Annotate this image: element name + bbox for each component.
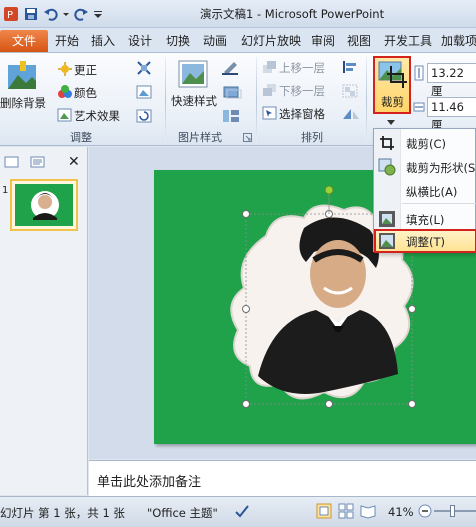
tab-addins[interactable]: 加载项: [441, 32, 476, 50]
menu-item-fit[interactable]: 调整(T): [374, 229, 476, 253]
normal-view-icon[interactable]: [316, 503, 332, 522]
fill-icon: [378, 210, 396, 228]
save-icon[interactable]: [22, 5, 40, 23]
quick-styles-label[interactable]: 快速样式: [171, 93, 217, 109]
quick-styles-icon[interactable]: [178, 59, 208, 94]
slide-sorter-icon[interactable]: [338, 503, 354, 522]
adjust-group-label: 调整: [70, 131, 92, 144]
slide-thumbnail[interactable]: [10, 179, 78, 231]
theme-name: "Office 主题": [147, 506, 218, 520]
artistic-effects-icon[interactable]: [57, 108, 73, 125]
menu-item-crop-to-shape[interactable]: 裁剪为形状(S): [374, 155, 476, 179]
undo-dropdown-icon[interactable]: [62, 5, 70, 23]
corrections-icon[interactable]: [58, 62, 72, 79]
fit-icon: [378, 232, 396, 250]
color-label[interactable]: 颜色: [74, 85, 97, 101]
tab-developer[interactable]: 开发工具: [384, 32, 432, 50]
rotate-icon[interactable]: [341, 107, 361, 126]
group-separator: [366, 57, 367, 143]
zoom-slider-thumb[interactable]: [450, 505, 455, 517]
dialog-launcher-icon[interactable]: [243, 132, 252, 145]
title-bar: P 演示文稿1 - Microsoft PowerPoint: [0, 0, 476, 28]
selection-pane-label[interactable]: 选择窗格: [279, 106, 325, 122]
send-backward-label: 下移一层: [279, 84, 325, 98]
window-title: 演示文稿1 - Microsoft PowerPoint: [200, 7, 385, 21]
corrections-label[interactable]: 更正: [74, 62, 97, 78]
reading-view-icon[interactable]: [360, 503, 376, 522]
group-separator: [165, 57, 166, 143]
shape-width-input[interactable]: 11.46 厘: [427, 97, 476, 132]
customize-qat-icon[interactable]: [92, 5, 104, 23]
slides-pane: ✕ 1: [0, 147, 88, 495]
reset-picture-icon[interactable]: [136, 108, 152, 127]
powerpoint-logo-icon[interactable]: P: [2, 5, 20, 23]
thumbnail-canvas: [15, 184, 73, 226]
slide-number: 1: [2, 185, 9, 196]
menu-item-crop-to-shape-label: 裁剪为形状(S): [406, 161, 476, 175]
slide-info: 幻灯片 第 1 张，共 1 张: [0, 506, 125, 520]
tab-view[interactable]: 视图: [347, 32, 371, 50]
menu-item-aspect-ratio-label: 纵横比(A): [406, 185, 458, 199]
menu-item-fill[interactable]: 填充(L): [374, 207, 476, 231]
group-icon: [341, 83, 361, 102]
status-bar: 幻灯片 第 1 张，共 1 张 "Office 主题" 41%: [0, 496, 476, 527]
crop-icon: [377, 60, 407, 91]
svg-text:P: P: [7, 10, 13, 21]
menu-item-aspect-ratio[interactable]: 纵横比(A): [374, 179, 476, 203]
menu-item-fit-label: 调整(T): [406, 235, 445, 249]
bring-forward-icon: [262, 60, 278, 77]
remove-background-label[interactable]: 删除背景: [0, 95, 46, 111]
notes-placeholder: 单击此处添加备注: [97, 475, 202, 490]
artistic-effects-label[interactable]: 艺术效果: [74, 108, 120, 124]
tab-home[interactable]: 开始: [55, 32, 79, 50]
tab-file[interactable]: 文件: [0, 30, 48, 52]
menu-item-fill-label: 填充(L): [406, 213, 445, 227]
pane-tabs: ✕: [0, 153, 88, 173]
close-pane-icon[interactable]: ✕: [68, 154, 80, 170]
crop-button[interactable]: 裁剪: [373, 56, 411, 114]
tab-design[interactable]: 设计: [128, 32, 152, 50]
picture-layout-icon[interactable]: [222, 109, 242, 126]
redo-icon[interactable]: [72, 5, 90, 23]
bring-forward-label: 上移一层: [279, 61, 325, 75]
picture-styles-group-label: 图片样式: [178, 131, 222, 144]
shape-width-icon: [413, 99, 425, 118]
zoom-slider[interactable]: [434, 510, 476, 512]
crop-icon: [378, 134, 396, 152]
arrange-group-label: 排列: [301, 131, 323, 144]
selection-pane-icon[interactable]: [262, 106, 278, 123]
color-icon[interactable]: [57, 85, 73, 102]
shape-height-icon: [413, 65, 425, 84]
spell-check-icon[interactable]: [234, 503, 250, 522]
group-separator: [256, 57, 257, 143]
menu-separator: [402, 203, 476, 204]
change-picture-icon[interactable]: [136, 84, 152, 103]
notes-pane[interactable]: 单击此处添加备注: [89, 460, 476, 496]
quick-access-toolbar: P: [0, 4, 104, 24]
send-backward-icon: [262, 83, 278, 100]
picture-effects-icon[interactable]: [222, 85, 242, 102]
remove-background-icon[interactable]: [6, 61, 40, 96]
tab-slideshow[interactable]: 幻灯片放映: [241, 32, 301, 50]
menu-item-crop[interactable]: 裁剪(C): [374, 131, 476, 155]
zoom-level[interactable]: 41%: [388, 505, 414, 519]
slides-tab-icon[interactable]: [4, 155, 20, 172]
thumbnail-picture: [31, 191, 59, 220]
crop-to-shape-icon: [378, 158, 396, 176]
tab-review[interactable]: 审阅: [311, 32, 335, 50]
zoom-out-icon[interactable]: [418, 504, 432, 521]
ribbon-tabs: 文件 开始 插入 设计 切换 动画 幻灯片放映 审阅 视图 开发工具 加载项: [0, 28, 476, 53]
tab-transitions[interactable]: 切换: [166, 32, 190, 50]
outline-tab-icon[interactable]: [30, 155, 46, 172]
crop-menu: 裁剪(C) 裁剪为形状(S) 纵横比(A) 填充(L) 调整(T): [373, 128, 476, 253]
align-icon[interactable]: [341, 59, 361, 78]
undo-icon[interactable]: [42, 5, 60, 23]
picture-border-icon[interactable]: [222, 61, 242, 78]
compress-pictures-icon[interactable]: [136, 60, 152, 79]
tab-animations[interactable]: 动画: [203, 32, 227, 50]
tab-insert[interactable]: 插入: [91, 32, 115, 50]
shape-height-input[interactable]: 13.22 厘: [427, 63, 476, 98]
crop-label: 裁剪: [381, 95, 404, 109]
menu-item-crop-label: 裁剪(C): [406, 137, 447, 151]
